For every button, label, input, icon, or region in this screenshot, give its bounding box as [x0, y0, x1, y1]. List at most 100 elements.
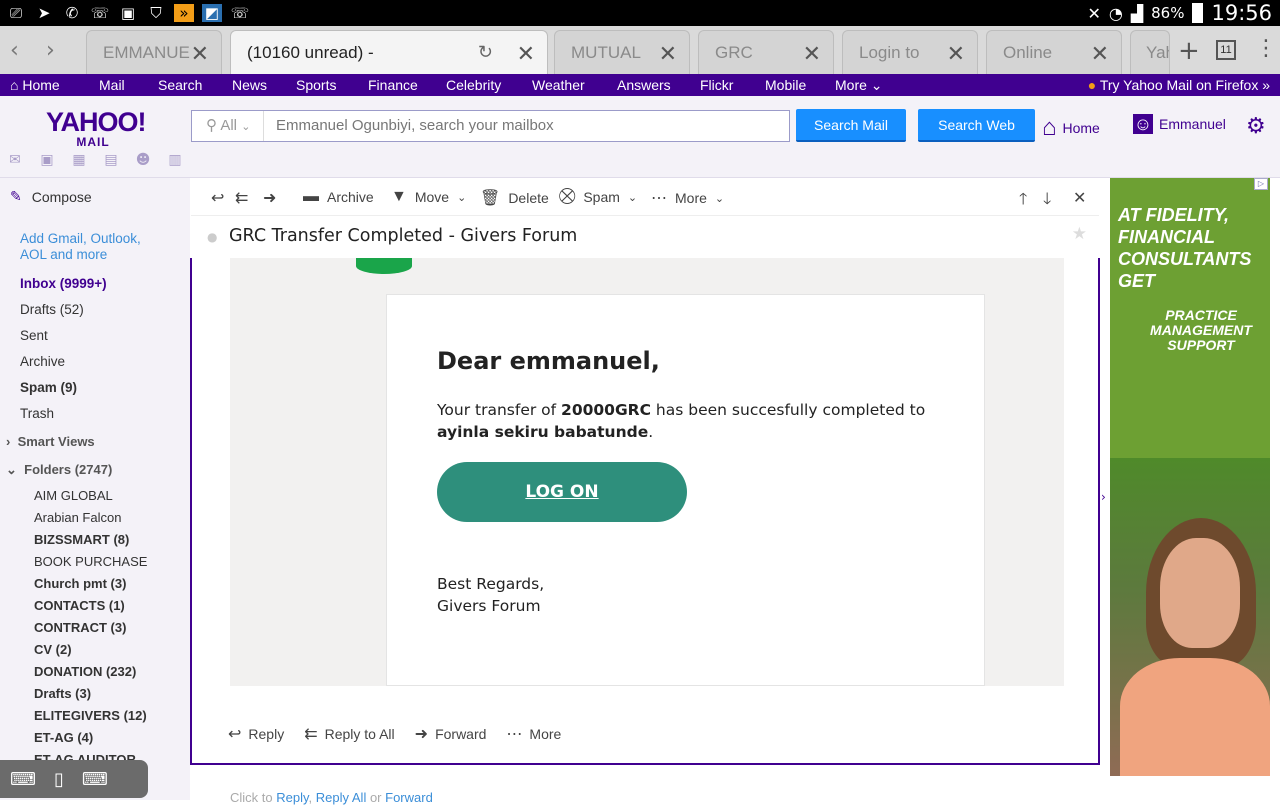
compose-button[interactable]: ✎ Compose [10, 188, 92, 205]
forward-button[interactable]: ➜ Forward [415, 724, 487, 744]
forward-icon: ➜ [414, 726, 429, 743]
mail-icon[interactable]: ✉ [6, 152, 24, 168]
keyboard-icon[interactable]: ⌨ [82, 769, 108, 790]
close-icon[interactable]: ✕ [191, 41, 209, 67]
advertisement[interactable]: ▷ AT FIDELITY, FINANCIAL CONSULTANTS GET… [1110, 178, 1270, 776]
collapse-arrow-icon[interactable]: › [1101, 490, 1106, 504]
folder-archive[interactable]: Archive [20, 354, 65, 369]
browser-tab[interactable]: GRC ✕ [698, 30, 834, 74]
reply-button[interactable]: ↩ Reply [228, 724, 284, 744]
next-message-icon[interactable]: 🡓 [1043, 188, 1051, 215]
unread-dot-icon[interactable]: ● [207, 230, 217, 244]
nav-mobile[interactable]: Mobile [765, 77, 806, 93]
folders-toggle[interactable]: ⌄ Folders (2747) [6, 462, 112, 478]
nav-mail[interactable]: Mail [99, 77, 125, 93]
nav-more[interactable]: More ⌄ [835, 77, 883, 94]
reply-all-button[interactable]: ⇇ Reply to All [304, 724, 394, 744]
ad-photo-shirt [1120, 658, 1270, 776]
delete-button[interactable]: 🗑 Delete [480, 188, 549, 208]
search-scope-select[interactable]: ⚲ All ⌄ [192, 111, 264, 141]
email-body-text: Your transfer of 20000GRC has been succe… [437, 401, 926, 441]
quick-reply-link[interactable]: Reply [276, 790, 308, 805]
close-icon[interactable]: ✕ [947, 41, 965, 67]
forward-arrow-icon[interactable]: › [46, 38, 55, 63]
forward-arrow-icon[interactable]: ➜ [263, 188, 276, 208]
quick-forward-link[interactable]: Forward [385, 790, 433, 805]
folder-sent[interactable]: Sent [20, 328, 48, 343]
folder-item[interactable]: ELITEGIVERS (12) [34, 708, 147, 723]
logon-button[interactable]: LOG ON [437, 462, 687, 522]
nav-answers[interactable]: Answers [617, 77, 671, 93]
folder-item[interactable]: AIM GLOBAL [34, 488, 113, 503]
folder-item[interactable]: BOOK PURCHASE [34, 554, 147, 569]
move-button[interactable]: ▼ Move ⌄ [391, 188, 466, 206]
nav-sports[interactable]: Sports [296, 77, 336, 93]
more-actions-button[interactable]: ⋯ More [506, 724, 561, 744]
smart-views-toggle[interactable]: › Smart Views [6, 434, 95, 449]
folder-item[interactable]: BIZSSMART (8) [34, 532, 129, 547]
close-icon[interactable]: ✕ [1091, 41, 1109, 67]
messenger-icon[interactable]: ☻ [134, 152, 152, 168]
folder-item[interactable]: CV (2) [34, 642, 72, 657]
browser-tab-active[interactable]: (10160 unread) - ↻ ✕ [230, 30, 548, 74]
folder-item[interactable]: ET-AG (4) [34, 730, 93, 745]
new-tab-icon[interactable]: + [1178, 36, 1200, 66]
reply-arrow-icon[interactable]: ↩ [211, 188, 224, 208]
folder-item[interactable]: DONATION (232) [34, 664, 136, 679]
adchoices-icon[interactable]: ▷ [1254, 178, 1268, 190]
user-profile-link[interactable]: ☺ Emmanuel [1133, 114, 1226, 134]
folder-spam[interactable]: Spam (9) [20, 380, 77, 395]
folder-item[interactable]: Drafts (3) [34, 686, 91, 701]
browser-tab[interactable]: Online ✕ [986, 30, 1122, 74]
firefox-promo-link[interactable]: ● Try Yahoo Mail on Firefox » [1088, 77, 1270, 93]
folder-drafts[interactable]: Drafts (52) [20, 302, 84, 317]
reply-all-arrow-icon[interactable]: ⇇ [235, 188, 248, 208]
star-icon[interactable]: ★ [1072, 224, 1087, 244]
close-icon[interactable]: ✕ [1073, 188, 1086, 208]
calendar-icon[interactable]: ▦ [70, 152, 88, 168]
browser-tab[interactable]: MUTUAL ✕ [554, 30, 690, 74]
quick-reply-all-link[interactable]: Reply All [316, 790, 367, 805]
close-icon[interactable]: ✕ [659, 41, 677, 67]
archive-button[interactable]: ▬ Archive [303, 188, 374, 206]
folder-item[interactable]: CONTRACT (3) [34, 620, 126, 635]
menu-icon[interactable]: ⋮ [1255, 36, 1277, 61]
contacts-icon[interactable]: ▣ [38, 152, 56, 168]
close-icon[interactable]: ✕ [517, 41, 535, 67]
browser-tab[interactable]: EMMANUE ✕ [86, 30, 222, 74]
close-icon[interactable]: ✕ [803, 41, 821, 67]
nav-news[interactable]: News [232, 77, 267, 93]
gamepad-icon[interactable]: ⌨ [10, 769, 36, 790]
add-accounts-link[interactable]: Add Gmail, Outlook, AOL and more [20, 231, 160, 263]
yahoo-mail-logo[interactable]: YAHOO! MAIL [46, 108, 147, 148]
home-link[interactable]: ⌂ Home [1042, 114, 1100, 142]
ellipsis-icon: ⋯ [651, 190, 667, 207]
nav-celebrity[interactable]: Celebrity [446, 77, 501, 93]
nav-flickr[interactable]: Flickr [700, 77, 733, 93]
back-arrow-icon[interactable]: ‹ [10, 38, 19, 63]
tab-count-button[interactable]: 11 [1216, 40, 1236, 60]
nav-search[interactable]: Search [158, 77, 202, 93]
more-button[interactable]: ⋯ More ⌄ [651, 188, 724, 208]
browser-tab[interactable]: Login to ✕ [842, 30, 978, 74]
gear-icon[interactable]: ⚙ [1246, 114, 1266, 139]
folder-inbox[interactable]: Inbox (9999+) [20, 276, 107, 291]
mouse-icon[interactable]: ▯ [54, 769, 64, 790]
search-web-button[interactable]: Search Web [918, 109, 1035, 142]
nav-finance[interactable]: Finance [368, 77, 418, 93]
reload-icon[interactable]: ↻ [478, 42, 493, 63]
notepad-icon[interactable]: ▤ [102, 152, 120, 168]
folder-trash[interactable]: Trash [20, 406, 54, 421]
browser-tab[interactable]: Yah [1130, 30, 1170, 74]
folder-item[interactable]: Arabian Falcon [34, 510, 121, 525]
notification-icon: ⎚ [9, 4, 22, 22]
nav-home[interactable]: ⌂ Home [10, 77, 60, 93]
previous-message-icon[interactable]: 🡑 [1019, 188, 1027, 215]
nav-weather[interactable]: Weather [532, 77, 585, 93]
spam-button[interactable]: ⛒ Spam ⌄ [559, 188, 637, 206]
search-mail-button[interactable]: Search Mail [796, 109, 906, 142]
search-input[interactable]: Emmanuel Ogunbiyi, search your mailbox [276, 111, 554, 141]
folder-item[interactable]: CONTACTS (1) [34, 598, 125, 613]
news-feed-icon[interactable]: ▥ [166, 152, 184, 168]
folder-item[interactable]: Church pmt (3) [34, 576, 126, 591]
